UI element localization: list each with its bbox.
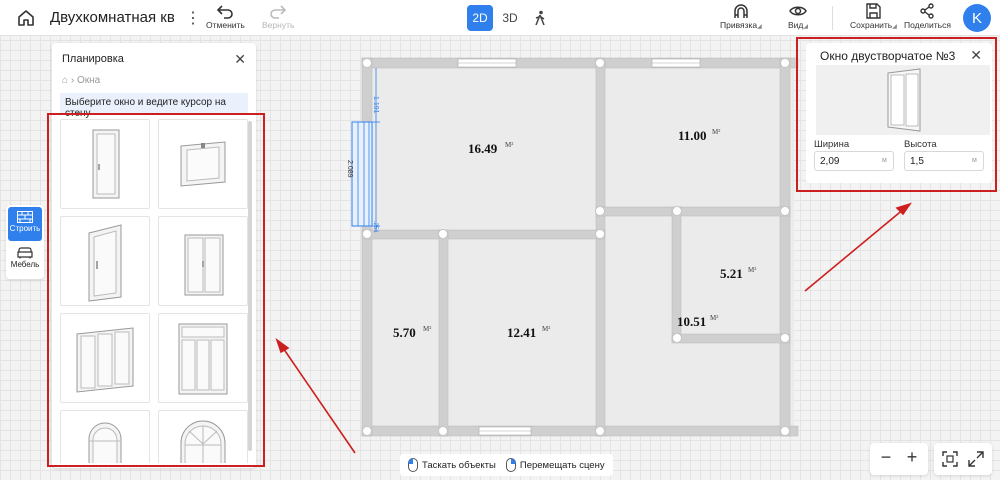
zoom-controls: − + [870,443,928,475]
dimension-label-window: 2.089 [346,160,353,178]
double-casement-window-icon [184,234,224,296]
furniture-tool-button[interactable]: Мебель [8,243,42,277]
window-catalog-item[interactable] [60,410,150,463]
close-icon[interactable]: ✕ [234,51,246,68]
height-unit: м [972,157,977,164]
window-catalog-item[interactable] [60,119,150,209]
arched-window-icon [88,422,122,463]
furniture-tool-label: Мебель [10,260,40,269]
drag-objects-label: Таскать объекты [422,459,496,471]
room-unit-6: M² [710,314,718,322]
window-catalog-item[interactable] [158,119,248,209]
window-preview [816,65,990,135]
awning-window-icon [180,141,226,187]
selected-window-on-wall[interactable] [351,121,373,227]
view-controls [934,443,992,475]
properties-title: Окно двустворчатое №3 [820,49,956,63]
double-casement-window-icon [887,68,921,132]
mouse-hints-bar: Таскать объекты Перемещать сцену [400,454,613,476]
layout-panel: Планировка ✕ ⌂ › Окна Выберите окно и ве… [52,43,256,468]
move-scene-hint: Перемещать сцену [505,458,605,472]
tool-rail: Строить Мебель [6,205,44,279]
fullscreen-icon[interactable] [968,451,984,472]
room-unit-5: M² [542,325,550,333]
dimension-label-top: 1.191 [372,96,379,114]
window-catalog-item[interactable] [158,313,248,403]
triple-window-icon [76,327,134,393]
home-breadcrumb-icon[interactable]: ⌂ [62,75,68,86]
room-area-6: 10.51 [677,314,706,329]
room-unit-2: M² [712,128,720,136]
room-unit-3: M² [748,266,756,274]
height-label: Высота [904,139,937,150]
fit-to-screen-icon[interactable] [942,451,958,472]
build-tool-label: Строить [9,224,41,233]
room-area-3: 5.21 [720,266,743,281]
mouse-right-click-icon [505,458,516,472]
close-icon[interactable]: ✕ [970,47,982,64]
width-label: Ширина [814,139,850,150]
zoom-in-button[interactable]: + [900,447,924,468]
catalog-scrollbar[interactable] [248,121,252,451]
build-tool-button[interactable]: Строить [8,207,42,241]
window-catalog-item[interactable] [158,216,248,306]
zoom-out-button[interactable]: − [874,447,898,468]
move-scene-label: Перемещать сцену [519,459,605,471]
dimension-label-bottom: .251 [372,221,378,233]
room-unit-4: M² [423,325,431,333]
instruction-hint: Выберите окно и ведите курсор на стену [60,93,248,119]
single-casement-window-icon [92,129,120,199]
sofa-icon [17,247,33,259]
brick-wall-icon [17,211,33,223]
window-catalog-item[interactable] [60,313,150,403]
window-catalog-item[interactable] [158,410,248,463]
room-unit-1: M² [505,141,513,149]
window-catalog-item[interactable] [60,216,150,306]
room-area-1: 16.49 [468,141,498,156]
single-tall-window-icon [88,224,122,302]
breadcrumb-current[interactable]: Окна [77,75,100,86]
panel-title: Планировка [62,53,124,65]
window-properties-panel: Окно двустворчатое №3 ✕ Ширина м Высота … [806,43,992,183]
plan-floor [366,62,794,434]
room-area-4: 5.70 [393,325,416,340]
arched-double-window-icon [180,420,226,463]
triple-window-transom-icon [178,323,228,395]
room-area-5: 12.41 [507,325,536,340]
width-unit: м [882,157,887,164]
breadcrumb: ⌂ › Окна [62,75,101,86]
mouse-left-click-icon [408,458,418,472]
window-catalog-grid [60,119,248,463]
drag-objects-hint: Таскать объекты [408,458,496,472]
room-area-2: 11.00 [678,128,707,143]
